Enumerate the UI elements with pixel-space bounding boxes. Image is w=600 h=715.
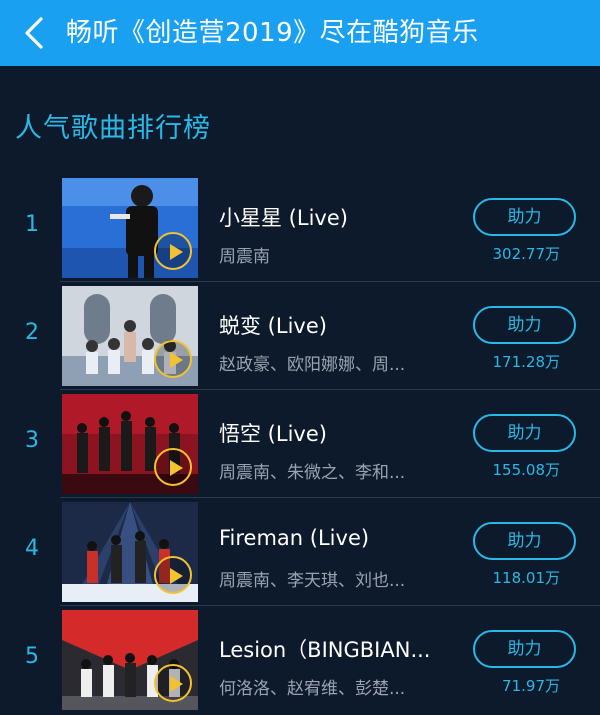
song-artist: 何洛洛、赵宥维、彭楚... [219, 679, 406, 699]
support-button[interactable]: 助力 [473, 630, 576, 668]
rank-number: 2 [25, 320, 39, 345]
list-item[interactable]: 3 悟空 (Live) 周震南、朱微之、李和... 助力 155.08万 [0, 390, 600, 498]
support-count: 171.28万 [492, 353, 561, 371]
cover-image[interactable] [62, 178, 198, 278]
song-title[interactable]: 小星星 (Live) [219, 202, 449, 232]
support-button[interactable]: 助力 [473, 198, 576, 236]
rank-number: 5 [25, 644, 39, 669]
song-artist: 赵政豪、欧阳娜娜、周... [219, 355, 406, 375]
song-title[interactable]: 蜕变 (Live) [219, 310, 449, 340]
support-button[interactable]: 助力 [473, 522, 576, 560]
rank-number: 3 [25, 428, 39, 453]
list-item[interactable]: 2 蜕变 (Live) 赵政豪、欧阳娜娜、周... 助力 171.28万 [0, 282, 600, 390]
song-title[interactable]: 悟空 (Live) [219, 418, 449, 448]
play-icon[interactable] [154, 448, 192, 486]
support-count: 155.08万 [492, 461, 561, 479]
page: 畅听《创造营2019》尽在酷狗音乐 人气歌曲排行榜 1 小星星 (Live) 周… [0, 0, 600, 715]
support-button[interactable]: 助力 [473, 414, 576, 452]
rank-number: 4 [25, 536, 39, 561]
support-count: 71.97万 [502, 677, 560, 695]
cover-image[interactable] [62, 394, 198, 494]
play-icon[interactable] [154, 340, 192, 378]
header-bar: 畅听《创造营2019》尽在酷狗音乐 [0, 0, 600, 66]
cover-image[interactable] [62, 610, 198, 710]
section-title: 人气歌曲排行榜 [15, 113, 211, 144]
rank-number: 1 [25, 212, 39, 237]
song-title[interactable]: Lesion（BINGBIAN... [219, 634, 449, 664]
cover-image[interactable] [62, 286, 198, 386]
song-artist: 周震南、李天琪、刘也... [219, 571, 406, 591]
list-item[interactable]: 4 Fireman (Live) 周震南、李天琪、刘也... 助力 118.01… [0, 498, 600, 606]
support-count: 302.77万 [492, 245, 561, 263]
song-list: 1 小星星 (Live) 周震南 助力 302.77万 2 蜕变 (Live) … [0, 174, 600, 714]
play-icon[interactable] [154, 232, 192, 270]
list-item[interactable]: 5 Lesion（BINGBIAN... 何洛洛、赵宥维、彭楚... 助力 71… [0, 606, 600, 714]
page-title: 畅听《创造营2019》尽在酷狗音乐 [66, 18, 479, 48]
song-artist: 周震南、朱微之、李和... [219, 463, 406, 483]
song-artist: 周震南 [219, 247, 270, 267]
play-icon[interactable] [154, 664, 192, 702]
support-button[interactable]: 助力 [473, 306, 576, 344]
chevron-left-icon [23, 16, 45, 50]
list-item[interactable]: 1 小星星 (Live) 周震南 助力 302.77万 [0, 174, 600, 282]
cover-image[interactable] [62, 502, 198, 602]
back-button[interactable] [14, 10, 54, 56]
support-count: 118.01万 [492, 569, 561, 587]
song-title[interactable]: Fireman (Live) [219, 526, 449, 550]
play-icon[interactable] [154, 556, 192, 594]
